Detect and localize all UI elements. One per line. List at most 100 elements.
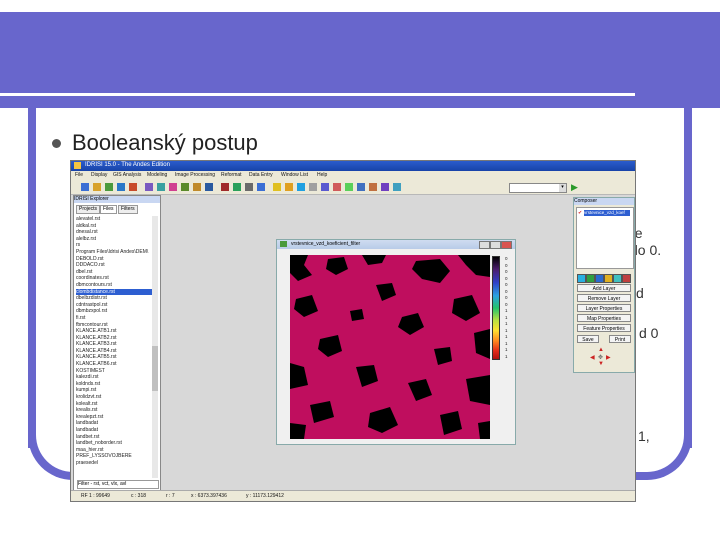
zoom-out-icon[interactable]: [285, 183, 293, 191]
display-icon[interactable]: [105, 183, 113, 191]
full-extent-icon[interactable]: [309, 183, 317, 191]
list-item[interactable]: Program Files\Idrisi Andes\DEM\: [76, 249, 156, 256]
add-layer-button[interactable]: Add Layer: [577, 284, 631, 292]
list-item[interactable]: dbelbzdistr.rst: [76, 295, 156, 302]
layer-down-icon[interactable]: [595, 274, 604, 283]
save-button[interactable]: Save: [577, 335, 599, 343]
print-button[interactable]: Print: [609, 335, 631, 343]
arrow-down-icon[interactable]: ▼: [598, 361, 604, 367]
menu-modeling[interactable]: Modeling: [147, 172, 167, 178]
tab-files[interactable]: Files: [100, 205, 117, 214]
group-icon[interactable]: [345, 183, 353, 191]
list-item[interactable]: alelbz.rst: [76, 236, 156, 243]
list-item[interactable]: PREF_LYSSOVOJBERE: [76, 453, 156, 460]
list-item[interactable]: rs: [76, 242, 156, 249]
list-item[interactable]: landbet_noborder.rst: [76, 440, 156, 447]
list-item[interactable]: krealepzt.rst: [76, 414, 156, 421]
center-icon[interactable]: ✥: [598, 354, 603, 361]
digitize-icon[interactable]: [221, 183, 229, 191]
menu-file[interactable]: File: [75, 172, 83, 178]
scrollbar-thumb[interactable]: [152, 346, 158, 391]
menu-reformat[interactable]: Reformat: [221, 172, 242, 178]
menu-image-processing[interactable]: Image Processing: [175, 172, 215, 178]
list-item[interactable]: dbmcontours.rst: [76, 282, 156, 289]
query-icon[interactable]: [157, 183, 165, 191]
menu-gis-analysis[interactable]: GIS Analysis: [113, 172, 141, 178]
window-icon[interactable]: [393, 183, 401, 191]
macro-combo[interactable]: ▾: [509, 183, 567, 193]
save-icon[interactable]: [257, 183, 265, 191]
distance-icon[interactable]: [181, 183, 189, 191]
arrow-left-icon[interactable]: ◀: [590, 354, 595, 361]
list-item[interactable]: dnesal.rst: [76, 229, 156, 236]
close-icon[interactable]: [501, 241, 512, 249]
overlay-icon[interactable]: [169, 183, 177, 191]
delete-icon[interactable]: [245, 183, 253, 191]
measure-icon[interactable]: [333, 183, 341, 191]
list-item[interactable]: KOSTIMEST: [76, 368, 156, 375]
list-item[interactable]: KLANCE.ATB4.rst: [76, 348, 156, 355]
settings-icon[interactable]: [369, 183, 377, 191]
tab-projects[interactable]: Projects: [76, 205, 101, 214]
list-item[interactable]: landbadat: [76, 427, 156, 434]
list-item[interactable]: KLANCE.ATB1.rst: [76, 328, 156, 335]
folder-icon[interactable]: [93, 183, 101, 191]
list-item[interactable]: cdntrastpol.rst: [76, 302, 156, 309]
list-item[interactable]: kolealt.rst: [76, 401, 156, 408]
reclass-icon[interactable]: [193, 183, 201, 191]
zoom-in-icon[interactable]: [273, 183, 281, 191]
layer-properties-button[interactable]: Layer Properties: [577, 304, 631, 312]
macro-icon[interactable]: [145, 183, 153, 191]
list-item[interactable]: maa_hier.rst: [76, 447, 156, 454]
arrow-up-icon[interactable]: ▲: [598, 347, 604, 353]
filter-input[interactable]: Filter - rst, vct, vlx, avl: [77, 480, 159, 489]
list-item[interactable]: KLANCE.ATB3.rst: [76, 341, 156, 348]
list-item[interactable]: KLANCE.ATB6.rst: [76, 361, 156, 368]
layer-visible-icon[interactable]: ✔: [578, 210, 582, 216]
link-icon[interactable]: [357, 183, 365, 191]
list-item[interactable]: KLANCE.ATB2.rst: [76, 335, 156, 342]
list-item[interactable]: dbmbzxpol.rst: [76, 308, 156, 315]
list-item[interactable]: krolidzvt.rst: [76, 394, 156, 401]
list-item-selected[interactable]: clombdistance.rst: [76, 288, 156, 296]
identify-icon[interactable]: [321, 183, 329, 191]
north-arrow-icon[interactable]: [622, 274, 631, 283]
list-item[interactable]: kalezdi.rst: [76, 374, 156, 381]
list-item[interactable]: coordinates.rst: [76, 275, 156, 282]
list-item[interactable]: aldkal.rst: [76, 223, 156, 230]
menu-data-entry[interactable]: Data Entry: [249, 172, 273, 178]
pan-icon[interactable]: [297, 183, 305, 191]
edit-icon[interactable]: [233, 183, 241, 191]
list-item[interactable]: KLANCE.ATB5.rst: [76, 354, 156, 361]
map-canvas[interactable]: [290, 255, 490, 439]
menu-help[interactable]: Help: [317, 172, 327, 178]
print-icon[interactable]: [129, 183, 137, 191]
layer-item[interactable]: vrstevnice_vzd_koef: [584, 210, 630, 216]
list-item[interactable]: DDDACO.rst: [76, 262, 156, 269]
maximize-icon[interactable]: [490, 241, 501, 249]
list-item[interactable]: fi.rst: [76, 315, 156, 322]
list-item[interactable]: krealis.rst: [76, 407, 156, 414]
composer-icon[interactable]: [117, 183, 125, 191]
chevron-down-icon[interactable]: ▾: [559, 184, 566, 192]
menu-display[interactable]: Display: [91, 172, 107, 178]
scale-icon[interactable]: [613, 274, 622, 283]
feature-properties-button[interactable]: Feature Properties: [577, 324, 631, 332]
palette-icon[interactable]: [577, 274, 586, 283]
explorer-scrollbar[interactable]: [152, 216, 158, 478]
list-item[interactable]: praesedel: [76, 460, 156, 467]
list-item[interactable]: alevatel.rst: [76, 216, 156, 223]
minimize-icon[interactable]: [479, 241, 490, 249]
menu-window-list[interactable]: Window List: [281, 172, 308, 178]
run-icon[interactable]: ▶: [571, 183, 579, 192]
open-icon[interactable]: [81, 183, 89, 191]
list-item[interactable]: landbet.rst: [76, 434, 156, 441]
tab-filters[interactable]: Filters: [118, 205, 138, 214]
list-item[interactable]: kumpi.rst: [76, 387, 156, 394]
arrow-right-icon[interactable]: ▶: [606, 354, 611, 361]
layer-up-icon[interactable]: [586, 274, 595, 283]
list-item[interactable]: dbel.rst: [76, 269, 156, 276]
map-properties-button[interactable]: Map Properties: [577, 314, 631, 322]
remove-layer-button[interactable]: Remove Layer: [577, 294, 631, 302]
list-item[interactable]: koldnds.rst: [76, 381, 156, 388]
